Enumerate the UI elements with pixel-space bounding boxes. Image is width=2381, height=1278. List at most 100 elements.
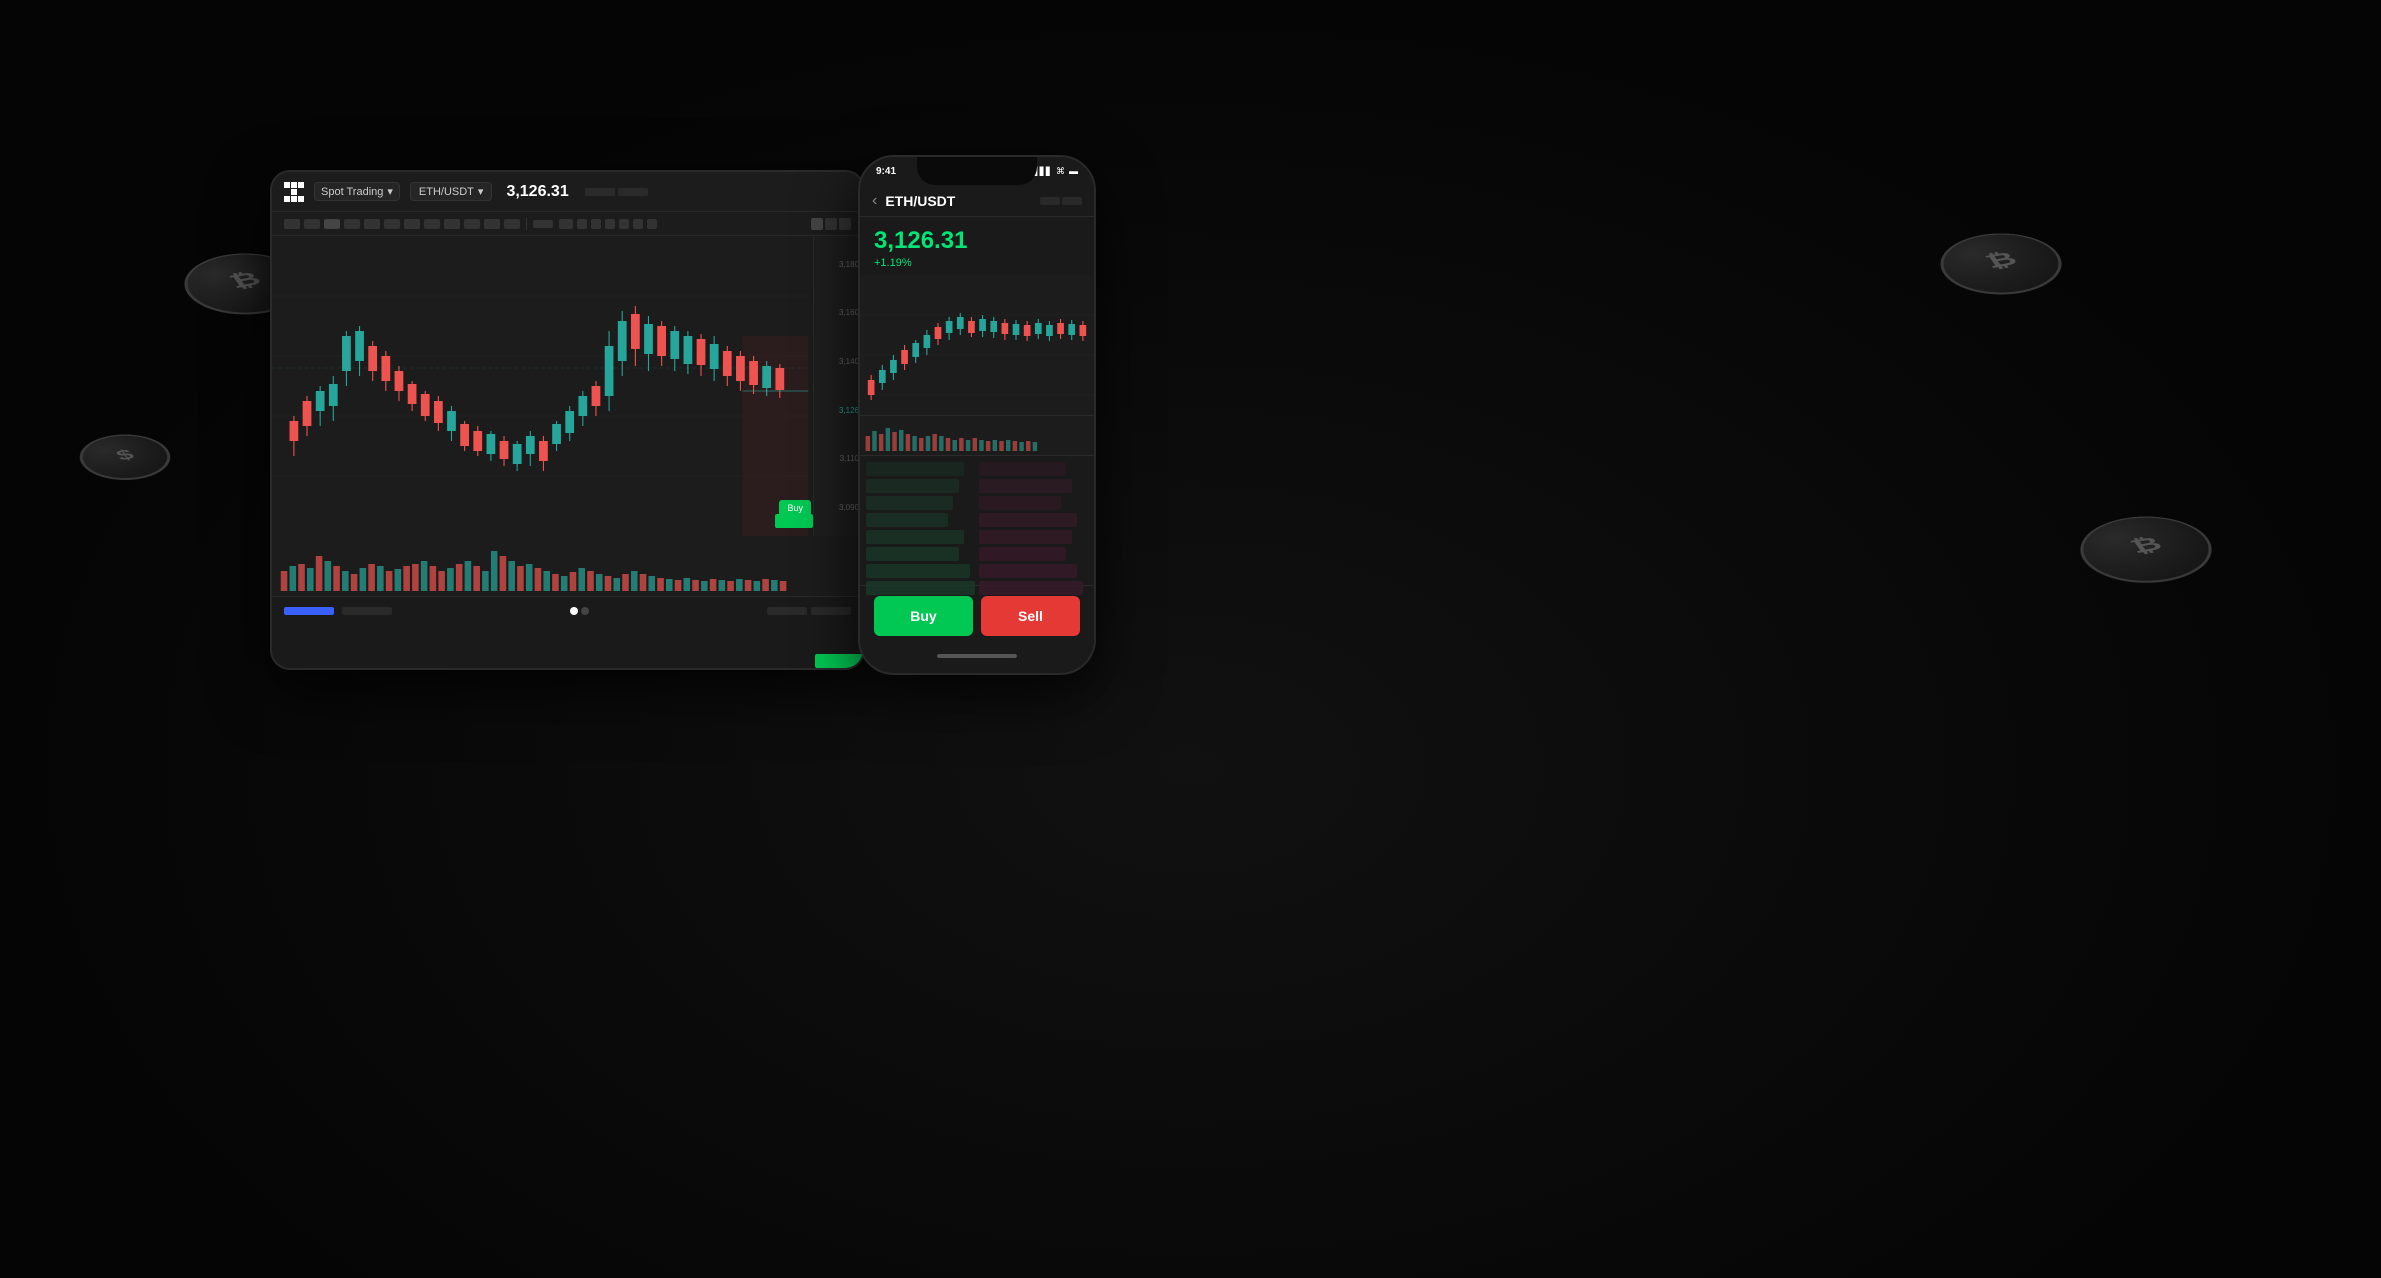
dropdown-chevron: ▾ xyxy=(387,185,393,198)
phone-pair-title: ETH/USDT xyxy=(885,193,955,209)
ask-row-3 xyxy=(979,496,1061,510)
toolbar-btn-5m[interactable] xyxy=(324,219,340,229)
tablet-candlestick-chart xyxy=(272,236,863,536)
ask-row-1 xyxy=(979,462,1066,476)
ask-row-8 xyxy=(979,581,1083,595)
toolbar-icon-3[interactable] xyxy=(591,219,601,229)
bar-chart-icon[interactable] xyxy=(825,218,837,230)
logo-block-3 xyxy=(298,182,304,188)
toolbar-btn-4h[interactable] xyxy=(424,219,440,229)
toolbar-btn-1w[interactable] xyxy=(504,219,520,229)
candlestick-icon[interactable] xyxy=(811,218,823,230)
phone-header-icons xyxy=(1040,197,1082,205)
orderbook-bids xyxy=(866,462,975,579)
line-chart-icon[interactable] xyxy=(839,218,851,230)
phone-header: ‹ ETH/USDT xyxy=(860,185,1094,217)
toolbar-icon-7[interactable] xyxy=(647,219,657,229)
pair-dropdown[interactable]: ETH/USDT ▾ xyxy=(410,182,493,201)
toolbar-btn-2h[interactable] xyxy=(404,219,420,229)
logo-block-2 xyxy=(291,182,297,188)
coin-symbol-btc: ₿ xyxy=(225,268,267,293)
tablet-bottom-buy-bar xyxy=(815,654,863,668)
coin-symbol-dollar: $ xyxy=(113,446,139,464)
price-tick-2: 3,160 xyxy=(818,308,859,317)
toolbar-icon-5[interactable] xyxy=(619,219,629,229)
phone-notch xyxy=(917,157,1037,185)
price-tick-6: 3,090 xyxy=(818,503,859,512)
bid-row-7 xyxy=(866,564,970,578)
phone-candlestick-chart xyxy=(860,275,1094,415)
okx-logo-blocks xyxy=(284,182,304,202)
phone-icon-1[interactable] xyxy=(1040,197,1060,205)
price-tick-5: 3,110 xyxy=(818,454,859,463)
toolbar-icon-6[interactable] xyxy=(633,219,643,229)
toolbar-btn-12h[interactable] xyxy=(464,219,480,229)
toolbar-btn-1d[interactable] xyxy=(484,219,500,229)
dot-inactive xyxy=(581,607,589,615)
toolbar-btn-15m[interactable] xyxy=(344,219,360,229)
tablet-volume-chart xyxy=(272,536,863,596)
bid-rows xyxy=(866,462,975,595)
bid-row-6 xyxy=(866,547,959,561)
toolbar-btn-1m[interactable] xyxy=(284,219,300,229)
stat-bar-2 xyxy=(618,188,648,196)
toolbar-icon-1[interactable] xyxy=(559,219,573,229)
dot-active xyxy=(570,607,578,615)
buy-indicator-bar xyxy=(775,514,813,528)
price-tick-1: 3,180 xyxy=(818,260,859,269)
footer-tab-1[interactable] xyxy=(284,607,334,615)
phone-orderbook xyxy=(860,455,1094,585)
toolbar-icon-4[interactable] xyxy=(605,219,615,229)
ask-row-6 xyxy=(979,547,1066,561)
chart-type-icons xyxy=(811,218,851,230)
tablet-device: Spot Trading ▾ ETH/USDT ▾ 3,126.31 xyxy=(270,170,865,670)
sell-button[interactable]: Sell xyxy=(981,596,1080,636)
phone-price-section: 3,126.31 +1.19% xyxy=(860,217,1094,275)
footer-action-2[interactable] xyxy=(811,607,851,615)
ask-row-4 xyxy=(979,513,1077,527)
phone-price: 3,126.31 xyxy=(874,227,1080,255)
bid-row-8 xyxy=(866,581,975,595)
bid-row-5 xyxy=(866,530,964,544)
toolbar-icon-2[interactable] xyxy=(577,219,587,229)
price-tick-3: 3,140 xyxy=(818,357,859,366)
phone-device: 9:41 ▋▋▋ ⌘ ▬ ‹ ETH/USDT 3,126.31 +1.19% xyxy=(858,155,1096,675)
tablet-volume-area xyxy=(272,536,863,596)
toolbar-btn-6h[interactable] xyxy=(444,219,460,229)
back-button[interactable]: ‹ xyxy=(872,192,877,210)
ask-row-7 xyxy=(979,564,1077,578)
phone-icon-2[interactable] xyxy=(1062,197,1082,205)
toolbar-btn-3m[interactable] xyxy=(304,219,320,229)
tablet-price: 3,126.31 xyxy=(506,183,568,201)
spot-trading-dropdown[interactable]: Spot Trading ▾ xyxy=(314,182,400,201)
bid-row-3 xyxy=(866,496,953,510)
footer-tab-2[interactable] xyxy=(342,607,392,615)
status-icons: ▋▋▋ ⌘ ▬ xyxy=(1034,166,1078,177)
okx-logo xyxy=(284,182,304,202)
phone-chart-area xyxy=(860,275,1094,415)
toolbar-btn-30m[interactable] xyxy=(364,219,380,229)
stat-bar-1 xyxy=(585,188,615,196)
tablet-pair-label: ETH/USDT xyxy=(419,186,474,198)
logo-block-6 xyxy=(298,189,304,195)
ask-row-2 xyxy=(979,479,1072,493)
orderbook-asks xyxy=(979,462,1088,579)
toolbar-btn-1h[interactable] xyxy=(384,219,400,229)
toolbar-mx[interactable] xyxy=(533,220,553,228)
bid-row-1 xyxy=(866,462,964,476)
spot-trading-label: Spot Trading xyxy=(321,186,383,198)
tablet-footer xyxy=(272,596,863,624)
home-indicator xyxy=(937,654,1017,658)
buy-button[interactable]: Buy xyxy=(874,596,973,636)
logo-block-1 xyxy=(284,182,290,188)
phone-volume-area xyxy=(860,415,1094,455)
status-time: 9:41 xyxy=(876,166,896,177)
toolbar-separator xyxy=(526,218,527,230)
ask-rows xyxy=(979,462,1088,595)
logo-block-7 xyxy=(284,196,290,202)
logo-block-8 xyxy=(291,196,297,202)
footer-actions xyxy=(767,607,851,615)
tablet-header: Spot Trading ▾ ETH/USDT ▾ 3,126.31 xyxy=(272,172,863,212)
footer-action-1[interactable] xyxy=(767,607,807,615)
phone-volume-chart xyxy=(860,416,1094,455)
